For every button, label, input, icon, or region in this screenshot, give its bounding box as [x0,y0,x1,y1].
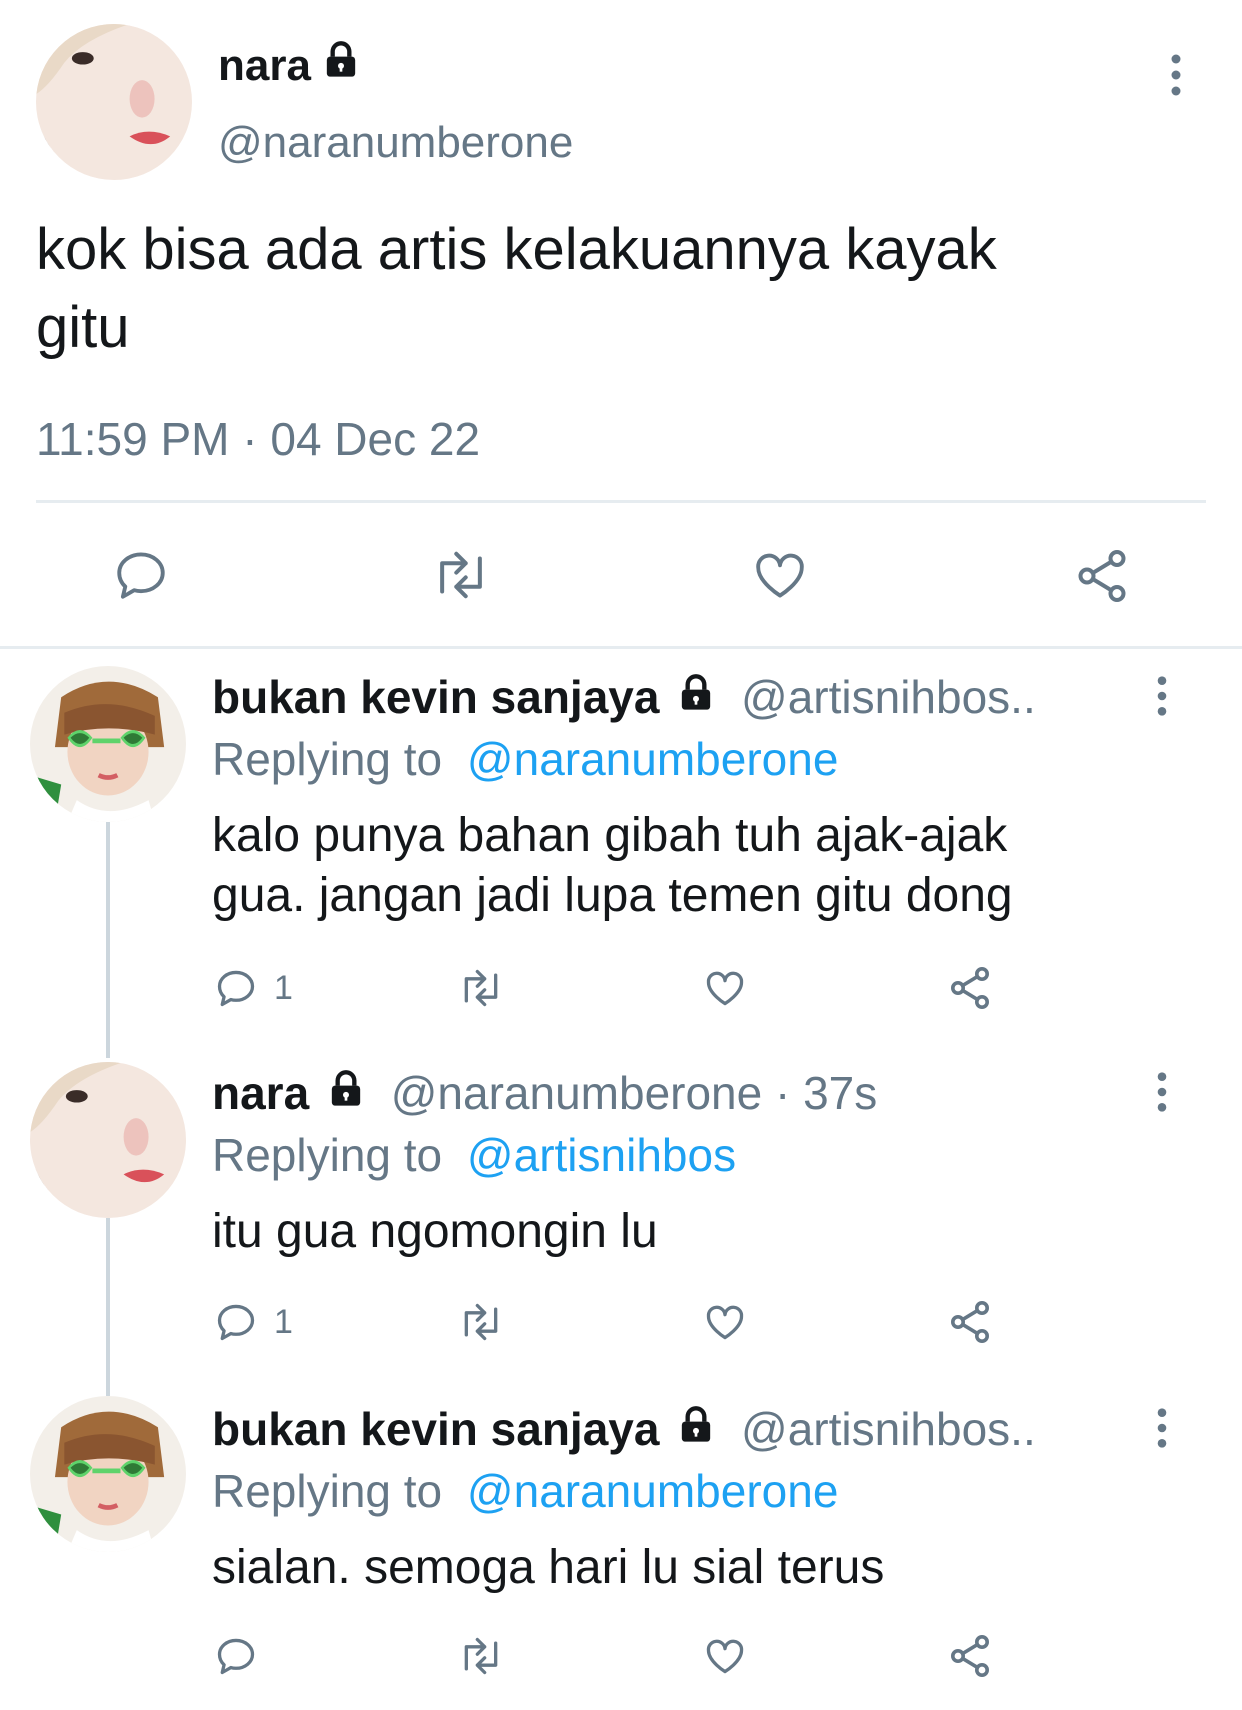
replying-to-row: Replying to @naranumberone [212,732,838,786]
reply-count: 1 [274,969,293,1007]
replying-to-row: Replying to @naranumberone [212,1464,838,1518]
reply-icon[interactable] [214,1634,258,1678]
retweet-icon[interactable] [454,1634,508,1678]
reply-icon[interactable] [214,966,258,1010]
author-handle[interactable]: @naranumberone · 37s [391,1067,878,1119]
share-icon[interactable] [946,964,994,1012]
like-icon[interactable] [750,546,810,604]
reply-text-line-1: itu gua ngomongin lu [212,1205,658,1258]
reply-text-line-1: kalo punya bahan gibah tuh ajak-ajak [212,809,1008,862]
lock-icon [326,1066,366,1106]
lock-icon [321,40,361,80]
reply-text-line-1: sialan. semoga hari lu sial terus [212,1541,885,1594]
replying-prefix: Replying to [212,1465,443,1517]
more-vertical-icon[interactable] [1150,674,1174,718]
tweet-text-line-1: kok bisa ada artis kelakuannya kayak [36,217,997,282]
like-icon[interactable] [702,1634,748,1678]
replying-to-link[interactable]: @naranumberone [467,1465,838,1517]
lock-icon [676,670,716,710]
avatar-nara[interactable] [30,1062,186,1218]
author-name[interactable]: bukan kevin sanjaya [212,671,659,723]
more-vertical-icon[interactable] [1150,1406,1174,1450]
retweet-icon[interactable] [428,546,494,604]
author-handle[interactable]: @artisnihbos.. [741,671,1036,723]
author-name[interactable]: bukan kevin sanjaya [212,1403,659,1455]
thread-line [106,822,110,1058]
author-name[interactable]: nara [218,41,311,90]
like-icon[interactable] [702,1300,748,1344]
avatar-kevin[interactable] [30,1396,186,1552]
avatar-kevin[interactable] [30,666,186,822]
tweet-text-line-2: gitu [36,295,130,360]
main-author-row: nara [218,40,361,91]
lock-icon [676,1402,716,1442]
author-handle[interactable]: @naranumberone [218,118,573,168]
share-icon[interactable] [946,1298,994,1346]
more-vertical-icon[interactable] [1164,52,1188,98]
share-icon[interactable] [946,1632,994,1680]
replying-to-link[interactable]: @artisnihbos [467,1129,736,1181]
reply-author-row: bukan kevin sanjaya @artisnihbos.. [212,1402,1036,1456]
retweet-icon[interactable] [454,966,508,1010]
reply-author-row: nara @naranumberone · 37s [212,1066,877,1120]
reply-icon[interactable] [112,546,170,604]
reply-count: 1 [274,1303,293,1341]
author-name[interactable]: nara [212,1067,309,1119]
replying-to-link[interactable]: @naranumberone [467,733,838,785]
replying-prefix: Replying to [212,733,443,785]
reply-icon[interactable] [214,1300,258,1344]
thread-line [106,1218,110,1396]
author-handle[interactable]: @artisnihbos.. [741,1403,1036,1455]
replying-to-row: Replying to @artisnihbos [212,1128,736,1182]
retweet-icon[interactable] [454,1300,508,1344]
avatar-nara-main[interactable] [36,24,192,180]
share-icon[interactable] [1072,546,1132,606]
reply-author-row: bukan kevin sanjaya @artisnihbos.. [212,670,1036,724]
replying-prefix: Replying to [212,1129,443,1181]
reply-text-line-2: gua. jangan jadi lupa temen gitu dong [212,869,1013,922]
tweet-timestamp: 11:59 PM · 04 Dec 22 [36,413,481,465]
like-icon[interactable] [702,966,748,1010]
more-vertical-icon[interactable] [1150,1070,1174,1114]
divider [36,500,1206,503]
section-divider [0,646,1242,649]
